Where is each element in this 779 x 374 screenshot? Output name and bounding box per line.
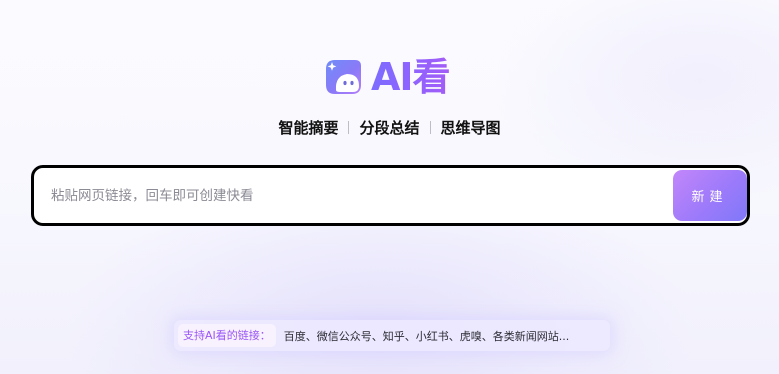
link-input-bar: 新建: [31, 165, 750, 226]
supported-links-label: 支持AI看的链接：: [178, 324, 276, 347]
feature-list: 智能摘要 分段总结 思维导图: [0, 115, 779, 139]
link-input[interactable]: [51, 168, 661, 223]
feature-divider: [429, 120, 431, 134]
feature-section-summary: 分段总结: [359, 118, 420, 137]
feature-smart-summary: 智能摘要: [278, 118, 339, 137]
logo-text: AI看: [371, 55, 451, 99]
ghost-chat-bubble-icon: [326, 60, 361, 94]
feature-divider: [348, 120, 350, 134]
supported-sites-list: 百度、微信公众号、知乎、小红书、虎嗅、各类新闻网站...: [283, 329, 570, 343]
supported-links-bar: 支持AI看的链接： 百度、微信公众号、知乎、小红书、虎嗅、各类新闻网站...: [174, 320, 610, 351]
app-logo: AI看: [322, 54, 451, 100]
create-button[interactable]: 新建: [673, 170, 747, 221]
feature-mind-map: 思维导图: [440, 118, 501, 137]
